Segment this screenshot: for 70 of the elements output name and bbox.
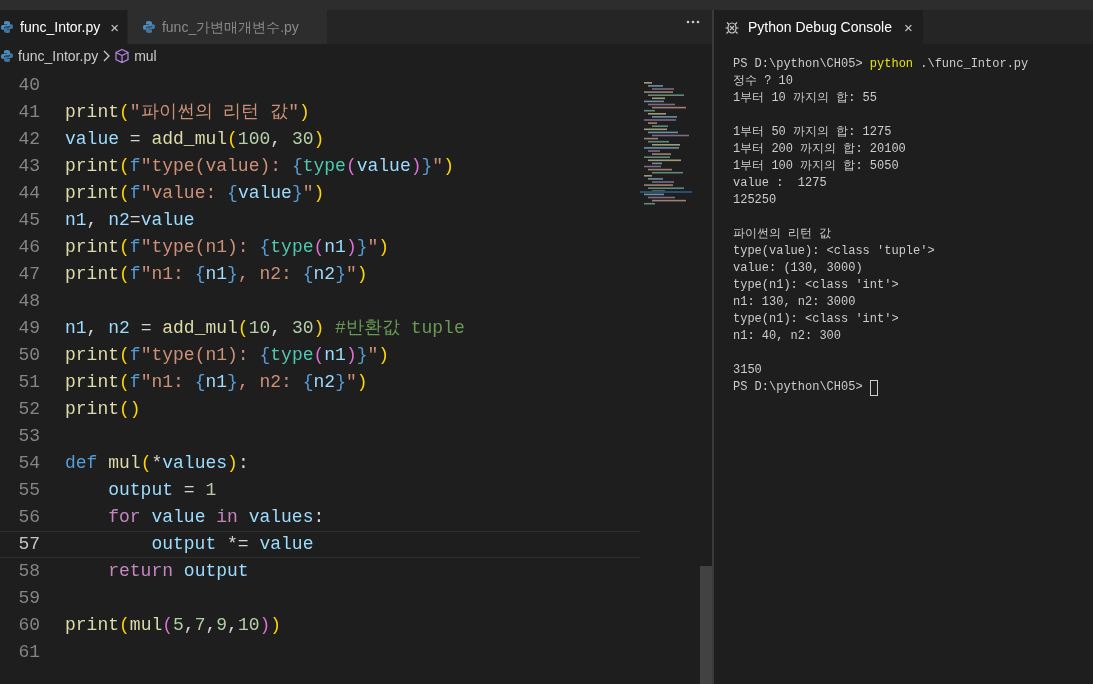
code-line: return output <box>107 560 249 583</box>
code-line: print(f"n1: {n1}, n2: {n2}") <box>65 371 368 394</box>
line-number: 43 <box>17 155 40 178</box>
code-line: value = add_mul(100, 30) <box>65 128 325 151</box>
code-line: print(f"type(n1): {type(n1)}") <box>65 344 390 367</box>
console-line: 1부터 10 까지의 합: 55 <box>733 90 877 107</box>
console-line: 정수 ? 10 <box>733 73 793 90</box>
editor-tab[interactable]: func_가변매개변수.py <box>127 10 328 44</box>
console-line: 125250 <box>733 192 777 209</box>
console-line: value: (130, 3000) <box>733 260 863 277</box>
line-number: 47 <box>17 263 40 286</box>
code-line: print(f"type(value): {type(value)}") <box>65 155 454 178</box>
line-number: 55 <box>17 479 40 502</box>
line-number: 50 <box>17 344 40 367</box>
console-line: n1: 40, n2: 300 <box>733 328 842 345</box>
line-number: 57 <box>17 533 40 556</box>
line-number: 54 <box>17 452 40 475</box>
console-line: type(n1): <class 'int'> <box>733 277 899 294</box>
line-number: 53 <box>17 425 40 448</box>
code-line: def mul(*values): <box>65 452 249 475</box>
console-line: 1부터 200 까지의 합: 20100 <box>733 141 906 158</box>
console-line: 1부터 50 까지의 합: 1275 <box>733 124 892 141</box>
console-line: n1: 130, n2: 3000 <box>733 294 856 311</box>
line-number: 51 <box>17 371 40 394</box>
console-line: PS D:\python\CH05> <box>733 379 864 396</box>
code-line: print() <box>65 398 141 421</box>
line-number: 56 <box>17 506 40 529</box>
console-line: type(n1): <class 'int'> <box>733 311 899 328</box>
code-line: n1, n2=value <box>65 209 195 232</box>
close-icon[interactable]: × <box>904 19 913 35</box>
python-file-icon <box>141 20 156 34</box>
scrollbar-thumb[interactable] <box>700 566 712 684</box>
line-number: 60 <box>17 614 40 637</box>
line-number: 44 <box>17 182 40 205</box>
line-number: 59 <box>17 587 40 610</box>
bug-icon <box>724 19 740 35</box>
chevron-icon <box>102 50 111 62</box>
python-file-icon <box>0 20 14 34</box>
console-line: type(value): <class 'tuple'> <box>733 243 935 260</box>
code-line: print(mul(5,7,9,10)) <box>65 614 282 637</box>
line-number: 58 <box>17 560 40 583</box>
code-line: print(f"value: {value}") <box>65 182 325 205</box>
console-tab[interactable]: Python Debug Console × <box>714 10 923 44</box>
code-line: output *= value <box>150 533 314 556</box>
code-line: print("파이썬의 리턴 값") <box>65 101 310 124</box>
code-line: for value in values: <box>107 506 325 529</box>
line-number: 45 <box>17 209 40 232</box>
line-number: 46 <box>17 236 40 259</box>
editor-tab[interactable]: func_Intor.py × <box>0 10 128 44</box>
python-file-icon <box>0 49 14 63</box>
line-number: 42 <box>17 128 40 151</box>
breadcrumb-item[interactable]: mul <box>134 45 157 67</box>
code-line: print(f"n1: {n1}, n2: {n2}") <box>65 263 368 286</box>
code-line: n1, n2 = add_mul(10, 30) #반환값 tuple <box>65 317 465 340</box>
console-line: value : 1275 <box>733 175 827 192</box>
console-line: PS D:\python\CH05> python .\func_Intor.py <box>733 56 1029 73</box>
line-number: 48 <box>17 290 40 313</box>
console-line: 3150 <box>733 362 762 379</box>
console-line: 1부터 100 까지의 합: 5050 <box>733 158 899 175</box>
line-number: 40 <box>17 74 40 97</box>
line-number: 61 <box>17 641 40 664</box>
line-number: 49 <box>17 317 40 340</box>
line-number: 52 <box>17 398 40 421</box>
console-line: 파이썬의 리턴 값 <box>733 226 832 243</box>
close-icon[interactable]: × <box>110 19 119 35</box>
breadcrumb-item[interactable]: func_Intor.py <box>18 45 99 67</box>
cube-icon <box>114 48 131 64</box>
code-line: print(f"type(n1): {type(n1)}") <box>65 236 390 259</box>
code-line: output = 1 <box>107 479 217 502</box>
line-number: 41 <box>17 101 40 124</box>
